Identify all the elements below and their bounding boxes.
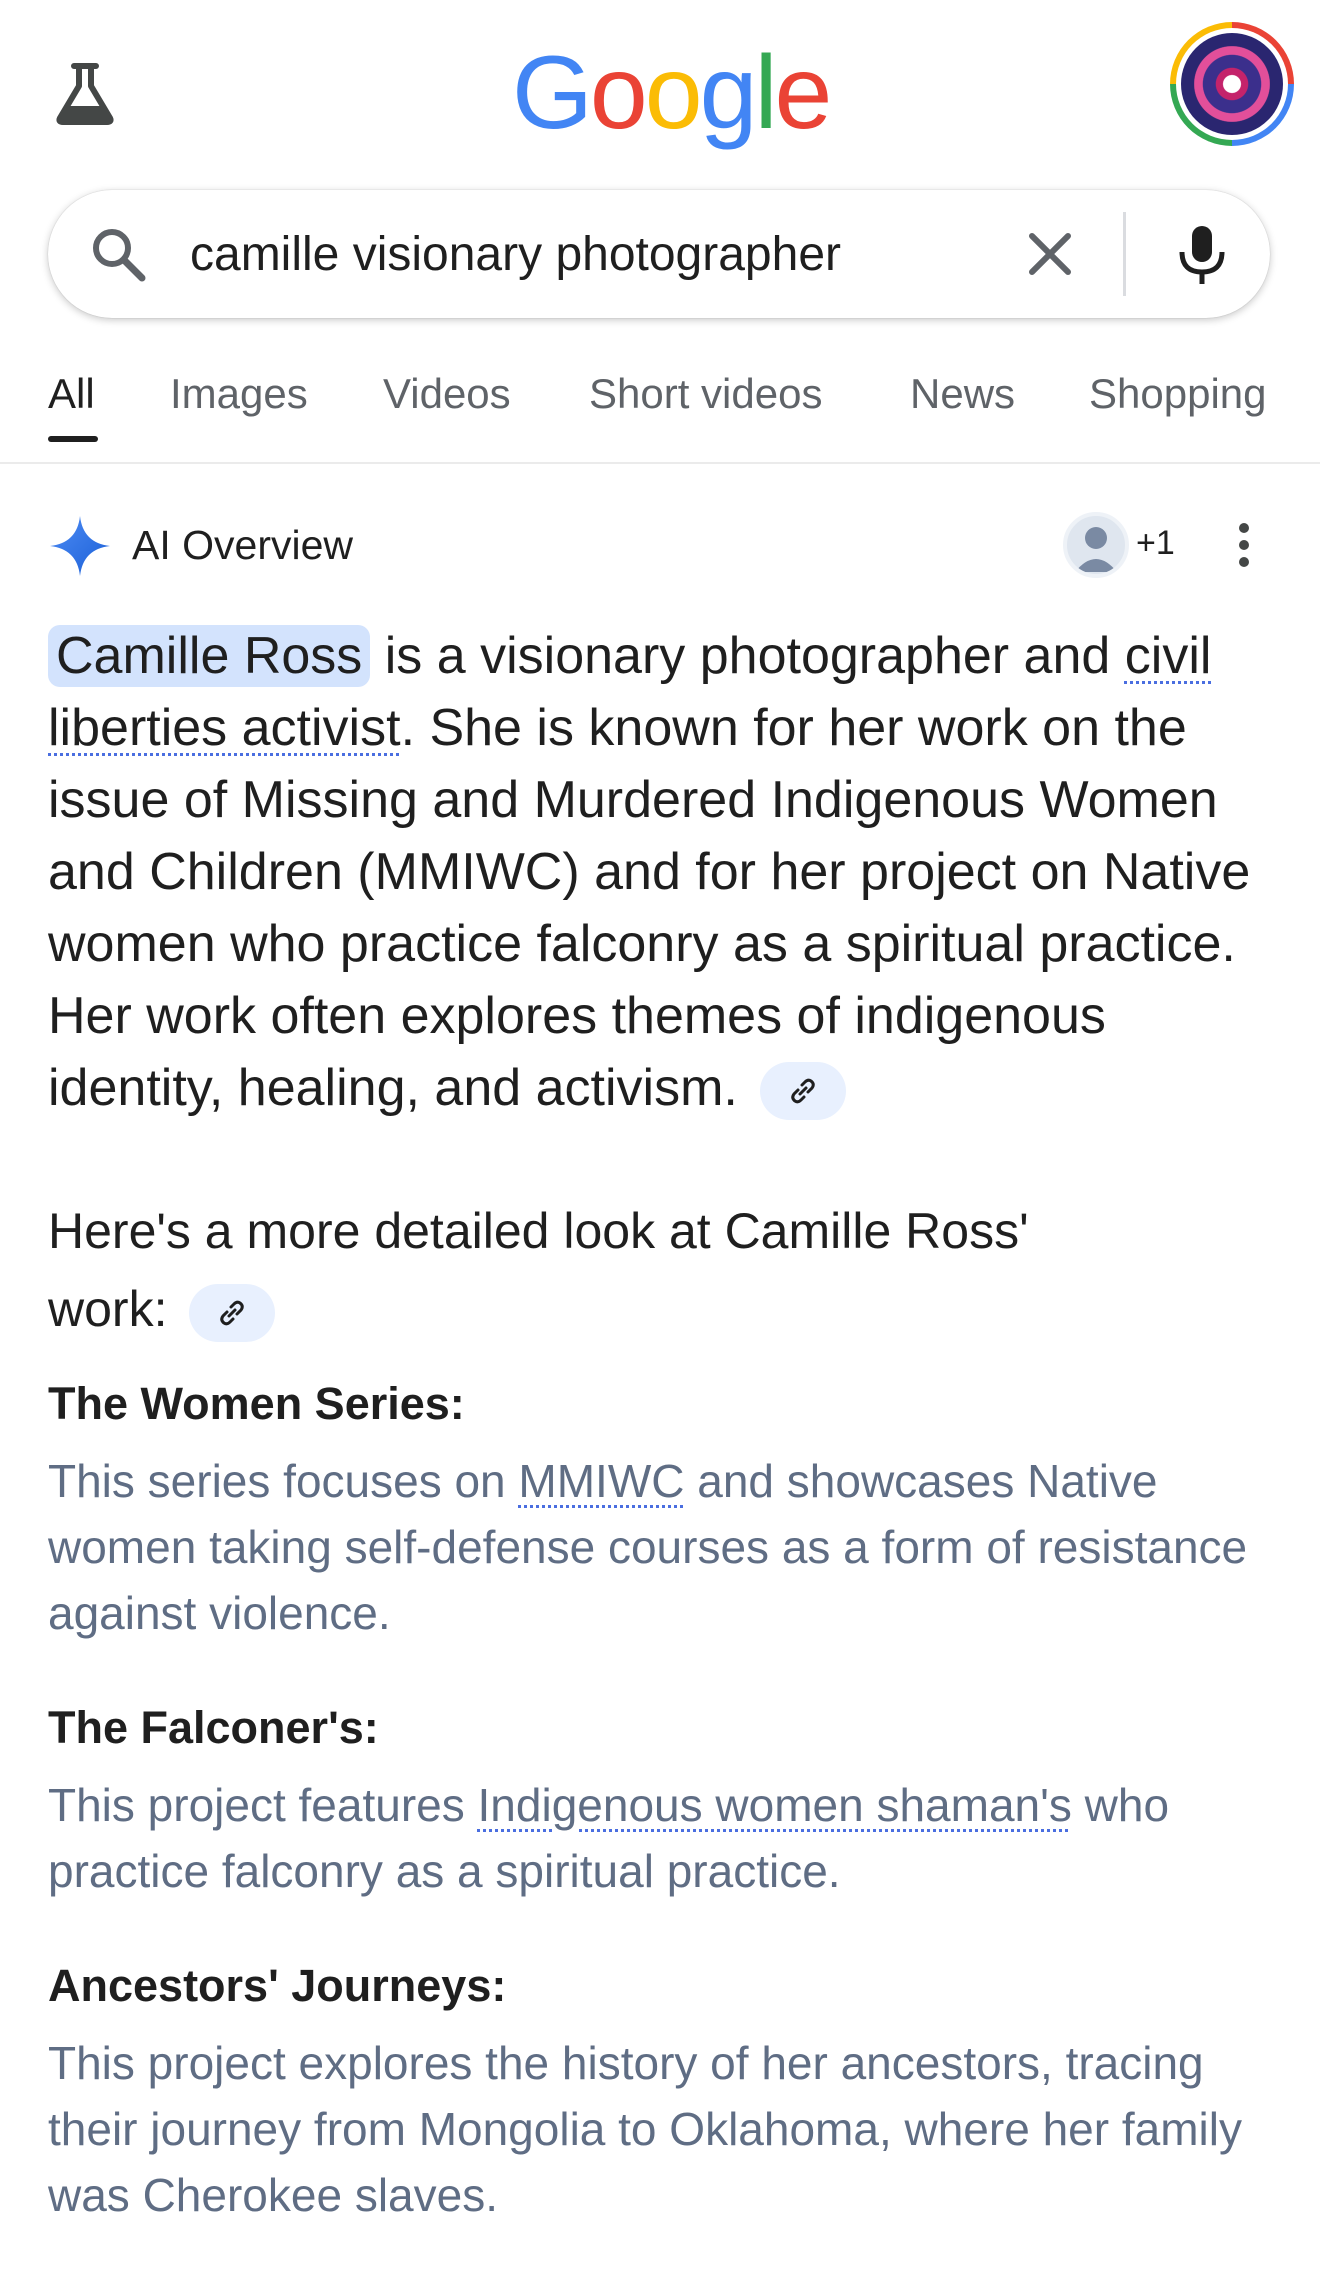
tab-images[interactable]: Images bbox=[170, 370, 308, 418]
logo-letter: o bbox=[589, 35, 648, 151]
tab-shopping[interactable]: Shopping bbox=[1089, 370, 1267, 418]
tab-videos[interactable]: Videos bbox=[383, 370, 511, 418]
logo-letter: e bbox=[774, 35, 833, 151]
sparkle-icon bbox=[48, 514, 112, 578]
link-icon bbox=[791, 1078, 816, 1104]
logo-letter: g bbox=[699, 35, 758, 151]
ai-summary: Camille Ross is a visionary photographer… bbox=[48, 620, 1278, 1124]
item-link[interactable]: Indigenous women shaman's bbox=[478, 1779, 1072, 1831]
tab-news[interactable]: News bbox=[910, 370, 1015, 418]
subheading-line-2: work: bbox=[48, 1270, 1278, 1348]
search-box bbox=[48, 190, 1270, 318]
top-bar: Google bbox=[0, 0, 1320, 170]
google-logo: Google bbox=[512, 35, 833, 151]
profile-avatar[interactable] bbox=[1170, 22, 1294, 146]
contributor-count: +1 bbox=[1136, 524, 1175, 562]
search-input[interactable] bbox=[190, 220, 1010, 288]
logo-letter: G bbox=[512, 35, 593, 151]
more-options-icon[interactable] bbox=[1222, 520, 1266, 570]
item-body: This series focuses on MMIWC and showcas… bbox=[48, 1448, 1278, 1646]
item-text: This series focuses on bbox=[48, 1455, 519, 1507]
item-title: The Falconer's: bbox=[48, 1702, 379, 1753]
item-body: This project explores the history of her… bbox=[48, 2030, 1278, 2228]
ai-overview-header: AI Overview +1 bbox=[0, 500, 1320, 590]
entity-chip[interactable]: Camille Ross bbox=[48, 625, 371, 687]
item-title: Ancestors' Journeys: bbox=[48, 1960, 507, 2011]
logo-letter: l bbox=[754, 35, 777, 151]
logo-letter: o bbox=[644, 35, 703, 151]
item-link[interactable]: MMIWC bbox=[518, 1455, 684, 1507]
source-link-button[interactable] bbox=[189, 1283, 276, 1342]
ai-overview-title: AI Overview bbox=[132, 522, 353, 568]
search-icon[interactable] bbox=[88, 224, 148, 284]
source-link-button[interactable] bbox=[760, 1062, 847, 1121]
summary-text: . She is known for her work on the issue… bbox=[48, 699, 1251, 1117]
search-divider bbox=[1123, 212, 1126, 296]
contributor-avatar[interactable] bbox=[1063, 512, 1129, 578]
item-title: The Women Series: bbox=[48, 1378, 465, 1429]
item-text: This project explores the history of her… bbox=[48, 2037, 1242, 2221]
item-text: This project features bbox=[48, 1779, 478, 1831]
tab-short-videos[interactable]: Short videos bbox=[589, 370, 822, 418]
link-icon bbox=[220, 1300, 245, 1326]
avatar-ring bbox=[1176, 28, 1288, 140]
microphone-icon[interactable] bbox=[1168, 220, 1236, 288]
section-subheading: Here's a more detailed look at Camille R… bbox=[48, 1192, 1278, 1348]
active-tab-indicator bbox=[48, 436, 98, 442]
avatar-image bbox=[1181, 33, 1283, 135]
flask-icon[interactable] bbox=[50, 58, 120, 128]
item-body: This project features Indigenous women s… bbox=[48, 1772, 1278, 1904]
search-tabs: All Images Videos Short videos News Shop… bbox=[0, 350, 1320, 464]
tab-all[interactable]: All bbox=[48, 370, 95, 418]
subheading-text: work: bbox=[48, 1281, 168, 1337]
summary-text: is a visionary photographer and bbox=[370, 627, 1125, 685]
close-icon[interactable] bbox=[1020, 224, 1080, 284]
subheading-line: Here's a more detailed look at Camille R… bbox=[48, 1203, 1029, 1259]
